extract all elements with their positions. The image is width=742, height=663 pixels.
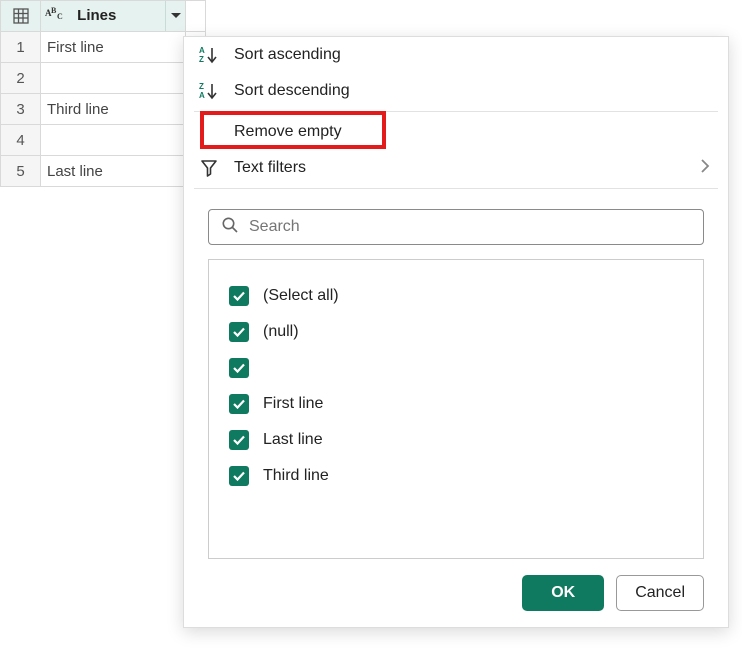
- chevron-right-icon: [700, 158, 710, 179]
- row-number[interactable]: 3: [1, 94, 41, 125]
- sort-ascending-icon: AZ: [198, 45, 220, 65]
- ok-button[interactable]: OK: [522, 575, 604, 611]
- column-header-lines[interactable]: ABC Lines: [41, 1, 186, 32]
- filter-value-row[interactable]: [229, 350, 683, 386]
- menu-sort-descending[interactable]: ZA Sort descending: [184, 73, 728, 109]
- data-grid: ABC Lines 1First line 2 3Third line 4 5L…: [0, 0, 206, 187]
- menu-text-filters[interactable]: Text filters: [184, 150, 728, 186]
- row-number[interactable]: 2: [1, 63, 41, 94]
- filter-value-row[interactable]: (Select all): [229, 278, 683, 314]
- svg-text:A: A: [199, 46, 205, 55]
- column-filter-dropdown: AZ Sort ascending ZA Sort descending Rem…: [183, 36, 729, 628]
- menu-label: Sort descending: [234, 82, 350, 100]
- checkbox-checked[interactable]: [229, 394, 249, 414]
- table-icon: [7, 1, 34, 31]
- cell[interactable]: Third line: [41, 94, 186, 125]
- cell[interactable]: [41, 125, 186, 156]
- menu-remove-empty[interactable]: Remove empty: [184, 114, 728, 150]
- cell[interactable]: [41, 63, 186, 94]
- cell[interactable]: Last line: [41, 156, 186, 187]
- table-corner[interactable]: [1, 1, 41, 32]
- grid-endcap: [186, 1, 206, 32]
- dialog-buttons: OK Cancel: [208, 575, 704, 611]
- filter-value-row[interactable]: Last line: [229, 422, 683, 458]
- filter-search[interactable]: [208, 209, 704, 245]
- menu-label: Sort ascending: [234, 46, 341, 64]
- checkbox-checked[interactable]: [229, 430, 249, 450]
- checkbox-checked[interactable]: [229, 466, 249, 486]
- checkbox-checked[interactable]: [229, 358, 249, 378]
- filter-value-row[interactable]: Third line: [229, 458, 683, 494]
- button-label: Cancel: [635, 584, 685, 602]
- chevron-down-icon: [171, 13, 181, 19]
- menu-divider: [194, 188, 718, 189]
- row-number[interactable]: 1: [1, 32, 41, 63]
- row-number[interactable]: 5: [1, 156, 41, 187]
- row-number[interactable]: 4: [1, 125, 41, 156]
- text-type-icon: ABC: [45, 6, 67, 26]
- svg-text:Z: Z: [199, 55, 204, 64]
- svg-text:Z: Z: [199, 82, 204, 91]
- svg-text:C: C: [57, 12, 63, 21]
- menu-divider: [194, 111, 718, 112]
- checkbox-checked[interactable]: [229, 286, 249, 306]
- menu-sort-ascending[interactable]: AZ Sort ascending: [184, 37, 728, 73]
- cell[interactable]: First line: [41, 32, 186, 63]
- funnel-icon: [198, 159, 220, 177]
- filter-value-label: (null): [263, 323, 299, 341]
- sort-descending-icon: ZA: [198, 81, 220, 101]
- filter-value-label: Last line: [263, 431, 323, 449]
- menu-label: Text filters: [234, 159, 306, 177]
- search-icon: [221, 216, 239, 238]
- checkbox-checked[interactable]: [229, 322, 249, 342]
- filter-values-list: (Select all) (null) First line Last line…: [208, 259, 704, 559]
- svg-text:A: A: [199, 91, 205, 100]
- filter-value-row[interactable]: First line: [229, 386, 683, 422]
- menu-label: Remove empty: [234, 123, 342, 141]
- column-name: Lines: [77, 7, 116, 24]
- filter-value-label: First line: [263, 395, 323, 413]
- button-label: OK: [551, 584, 575, 602]
- filter-value-label: Third line: [263, 467, 329, 485]
- cancel-button[interactable]: Cancel: [616, 575, 704, 611]
- filter-search-input[interactable]: [249, 218, 691, 236]
- column-filter-dropdown-button[interactable]: [165, 1, 185, 31]
- filter-value-row[interactable]: (null): [229, 314, 683, 350]
- filter-value-label: (Select all): [263, 287, 339, 305]
